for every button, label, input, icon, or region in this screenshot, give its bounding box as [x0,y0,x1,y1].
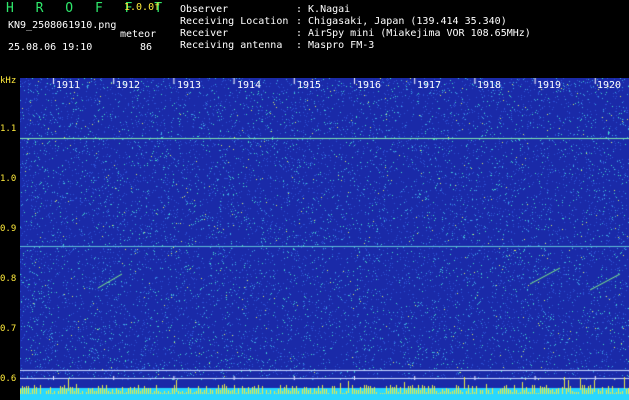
info-receiver-value: : AirSpy mini (Miakejima VOR 108.65MHz) [296,28,531,39]
time-tick-label: 1913 [177,80,202,91]
time-tick-label: 1915 [297,80,322,91]
time-tick-label: 1919 [537,80,562,91]
y-tick-label: 1.1 [0,124,17,134]
filename: KN9_2508061910.png [8,20,117,31]
info-observer-value: : K.Nagai [296,4,351,15]
meteor-label: meteor [120,29,157,40]
time-tick-label: 1917 [417,80,442,91]
date-time: 25.08.06 19:10 [8,42,93,53]
y-tick-label: 0.7 [0,324,17,334]
time-tick-label: 1918 [477,80,502,91]
info-antenna-label: Receiving antenna [180,40,283,51]
meteor-count: 86 [140,42,153,53]
y-tick-label: 0.9 [0,224,17,234]
info-observer-label: Observer [180,4,229,15]
app-version: 1.0.0f [124,2,161,13]
y-tick-label: 1.0 [0,174,17,184]
y-tick-label: 0.6 [0,374,17,384]
y-tick-label: 0.8 [0,274,17,284]
info-antenna-value: : Maspro FM-3 [296,40,375,51]
spectrogram-canvas [20,78,629,400]
info-location-value: : Chigasaki, Japan (139.414 35.340) [296,16,507,27]
axis-unit: kHz [0,76,17,86]
time-tick-label: 1916 [357,80,382,91]
info-location-label: Receiving Location [180,16,289,27]
time-tick-label: 1911 [56,80,81,91]
time-tick-label: 1914 [237,80,262,91]
time-tick-label: 1912 [116,80,141,91]
info-receiver-label: Receiver [180,28,229,39]
time-tick-label: 1920 [597,80,622,91]
